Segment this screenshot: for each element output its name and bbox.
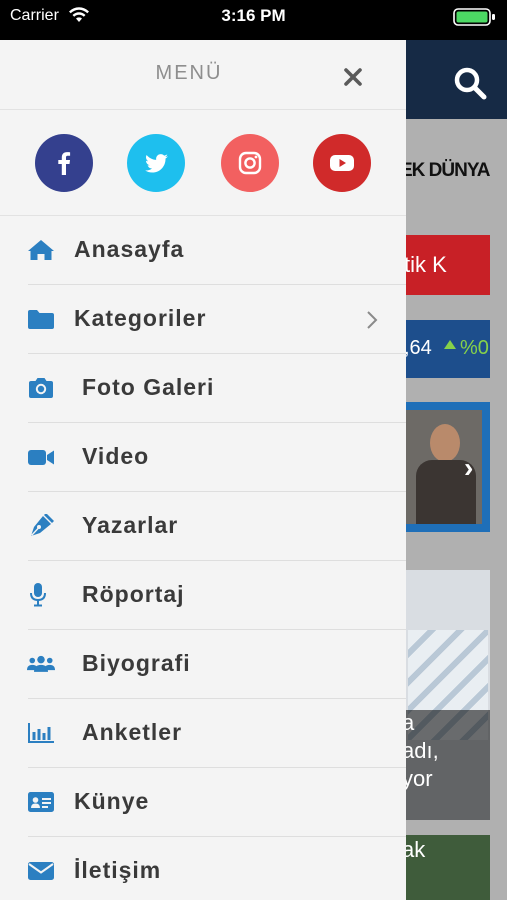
clock: 3:16 PM (221, 6, 286, 25)
menu-item-label: Video (82, 443, 150, 469)
instagram-button[interactable] (221, 134, 279, 192)
menu-item-biyografi[interactable]: Biyografi (0, 630, 406, 699)
youtube-icon (330, 155, 354, 171)
menu-item-label: Foto Galeri (82, 374, 215, 400)
social-links (0, 111, 406, 216)
market-ticker: ,64 %0 (398, 320, 490, 378)
id-card-icon (28, 792, 54, 812)
breaking-news-banner[interactable]: tik K (398, 235, 490, 295)
bar-chart-icon (28, 723, 54, 743)
menu-list: Anasayfa Kategoriler Foto Galeri Video Y… (0, 216, 406, 900)
menu-title: MENÜ (155, 62, 223, 84)
menu-item-video[interactable]: Video (0, 423, 406, 492)
battery-icon (453, 8, 495, 26)
instagram-icon (238, 151, 262, 175)
chevron-right-icon[interactable] (365, 309, 379, 331)
home-icon (28, 240, 54, 260)
menu-item-kunye[interactable]: Künye (0, 768, 406, 837)
menu-item-roportaj[interactable]: Röportaj (0, 561, 406, 630)
news-card[interactable]: ak (398, 835, 490, 900)
facebook-icon (58, 152, 71, 175)
side-menu-drawer: MENÜ Anasayfa Kategoriler Foto Galeri Vi… (0, 40, 406, 900)
news-caption: a adı, yor i (398, 710, 490, 820)
menu-item-label: Biyografi (82, 650, 191, 676)
market-change: %0 (460, 337, 489, 359)
menu-item-label: Kategoriler (74, 305, 207, 331)
pen-icon (30, 514, 54, 536)
camera-icon (29, 378, 53, 398)
menu-item-anketler[interactable]: Anketler (0, 699, 406, 768)
author-slider[interactable]: › (398, 402, 490, 532)
drawer-header: MENÜ (0, 40, 406, 110)
news-card[interactable]: a adı, yor i (398, 570, 490, 820)
twitter-icon (145, 154, 168, 173)
menu-item-yazarlar[interactable]: Yazarlar (0, 492, 406, 561)
youtube-button[interactable] (313, 134, 371, 192)
menu-item-label: Künye (74, 788, 150, 814)
up-arrow-icon (444, 340, 456, 349)
menu-item-foto-galeri[interactable]: Foto Galeri (0, 354, 406, 423)
facebook-button[interactable] (35, 134, 93, 192)
microphone-icon (30, 583, 46, 607)
menu-item-label: Anketler (82, 719, 183, 745)
chevron-right-icon[interactable]: › (464, 452, 473, 484)
menu-item-kategoriler[interactable]: Kategoriler (0, 285, 406, 354)
ticker-text: EK DÜNYA (400, 160, 490, 181)
users-icon (27, 655, 55, 672)
market-value: ,64 (404, 337, 432, 359)
envelope-icon (28, 862, 54, 880)
close-icon[interactable] (340, 64, 366, 90)
menu-item-anasayfa[interactable]: Anasayfa (0, 216, 406, 285)
menu-item-label: Anasayfa (74, 236, 185, 262)
video-camera-icon (28, 450, 54, 465)
menu-item-label: Yazarlar (82, 512, 179, 538)
folder-icon (28, 310, 54, 329)
author-photo: › (406, 410, 482, 524)
search-icon[interactable] (452, 65, 488, 101)
twitter-button[interactable] (127, 134, 185, 192)
banner-text: tik K (404, 252, 447, 277)
menu-item-iletisim[interactable]: İletişim (0, 837, 406, 900)
menu-item-label: Röportaj (82, 581, 185, 607)
menu-item-label: İletişim (74, 857, 162, 883)
status-bar: Carrier 3:16 PM (0, 0, 507, 40)
